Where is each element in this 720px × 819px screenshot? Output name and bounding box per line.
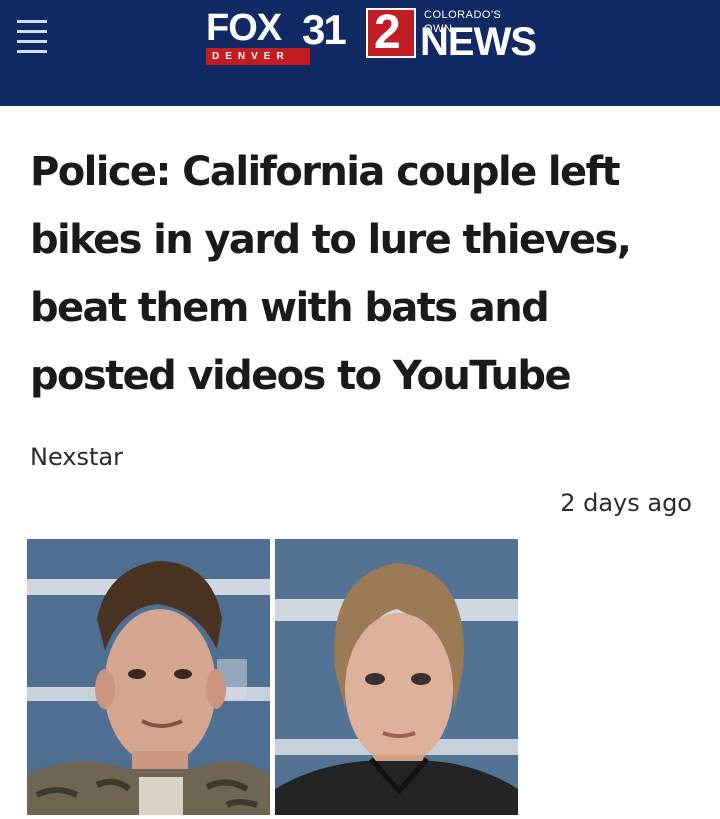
mugshot-photo-female bbox=[275, 539, 518, 815]
article-timestamp: 2 days ago bbox=[560, 489, 692, 517]
article-source[interactable]: Nexstar bbox=[30, 443, 123, 471]
article-headline[interactable]: Police: California couple left bikes in … bbox=[30, 138, 700, 410]
logo-two-box: 2 bbox=[366, 8, 416, 58]
logo-fox-text: FOX bbox=[206, 7, 282, 49]
logo-channel-number: 31 bbox=[302, 6, 347, 53]
logo-denver-bar: DENVER bbox=[206, 48, 310, 65]
logo-two-text: 2 bbox=[374, 6, 401, 59]
hamburger-menu-icon[interactable] bbox=[17, 18, 47, 53]
mugshot-photo-male bbox=[27, 539, 270, 815]
logo-denver-text: DENVER bbox=[212, 51, 290, 62]
site-header: FOX DENVER 31 2 COLORADO'S OWN NEWS bbox=[0, 0, 720, 106]
article-photos[interactable] bbox=[27, 539, 518, 815]
logo-news-text: NEWS bbox=[420, 20, 537, 64]
site-logo[interactable]: FOX DENVER 31 2 COLORADO'S OWN NEWS bbox=[206, 6, 537, 65]
